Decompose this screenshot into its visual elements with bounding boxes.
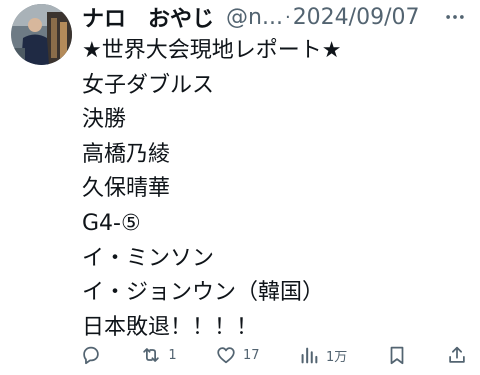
action-bar: 1 17 1万 — [80, 340, 468, 370]
tweet-text: ★世界大会現地レポート★ 女子ダブルス 決勝 高橋乃綾 久保晴華 G4-⑤ イ・… — [82, 34, 470, 345]
like-count: 17 — [243, 347, 260, 363]
heart-icon — [215, 344, 237, 366]
views-icon — [298, 344, 320, 366]
tweet-line: イ・ミンソン — [82, 245, 215, 271]
tweet-header: ナロ おやじ @n... · 2024/09/07 — [82, 2, 466, 32]
retweet-count: 1 — [168, 347, 177, 363]
author-display-name[interactable]: ナロ おやじ — [82, 1, 214, 33]
author-handle[interactable]: @n... — [226, 5, 283, 30]
share-icon — [446, 344, 468, 366]
share-button[interactable] — [446, 344, 468, 366]
bookmark-icon — [386, 344, 408, 366]
avatar[interactable] — [11, 4, 72, 65]
like-button[interactable]: 17 — [215, 344, 260, 366]
views-button[interactable]: 1万 — [298, 344, 347, 366]
tweet-line: 女子ダブルス — [82, 72, 215, 98]
reply-button[interactable] — [80, 344, 102, 366]
tweet-line: 高橋乃綾 — [82, 141, 171, 167]
tweet-line: イ・ジョンウン（韓国） — [82, 280, 325, 306]
post-date[interactable]: 2024/09/07 — [293, 5, 420, 30]
tweet-line: G4-⑤ — [82, 210, 141, 236]
more-horizontal-icon[interactable] — [444, 6, 466, 28]
header-separator: · — [284, 6, 291, 28]
retweet-button[interactable]: 1 — [140, 344, 177, 366]
tweet-line: ★世界大会現地レポート★ — [82, 38, 342, 63]
views-count: 1万 — [325, 349, 348, 365]
bookmark-button[interactable] — [386, 344, 408, 366]
retweet-icon — [140, 344, 162, 366]
tweet-line: 久保晴華 — [82, 176, 171, 202]
profile-photo — [11, 4, 72, 65]
tweet-line: 決勝 — [82, 107, 127, 133]
reply-icon — [80, 344, 102, 366]
